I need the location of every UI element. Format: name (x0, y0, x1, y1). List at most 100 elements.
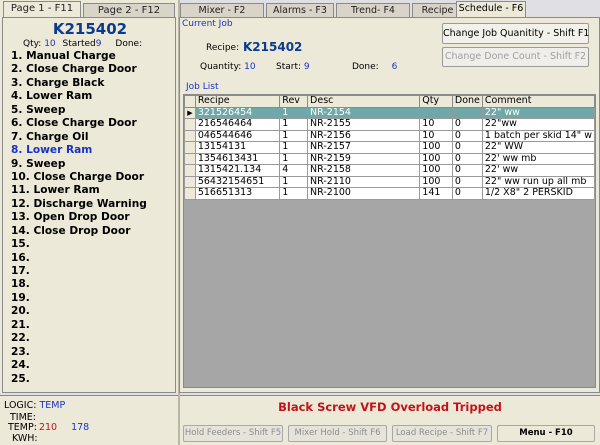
row-header[interactable] (184, 129, 196, 142)
current-job-group: Current Job Recipe: K215402 Quantity: 10… (180, 18, 440, 78)
step-list: 1. Manual Charge 2. Close Charge Door 3. C… (11, 50, 147, 386)
change-done-count-button[interactable]: Change Done Count - Shift F2 (442, 47, 589, 67)
job-list-grid[interactable]: Recipe Rev Desc Qty Done Comment ▶ 321526… (183, 94, 596, 388)
cell-comment[interactable]: 1 batch per skid 14" w (481, 129, 596, 142)
cell-desc[interactable]: NR-2110 (307, 175, 421, 188)
current-job-title: Current Job (182, 19, 233, 29)
row-header[interactable] (184, 164, 196, 177)
cell-qty[interactable]: 141 (419, 187, 453, 200)
cell-done[interactable] (451, 106, 483, 119)
cell-comment[interactable]: 22" ww (481, 106, 596, 119)
cell-recipe[interactable]: 13154131 (194, 141, 281, 154)
step-item: 1. Manual Charge (11, 50, 116, 62)
cell-desc[interactable]: NR-2158 (307, 164, 421, 177)
cell-done[interactable]: 0 (451, 175, 483, 188)
cell-rev[interactable]: 1 (279, 152, 309, 165)
tab-trend[interactable]: Trend- F4 (336, 3, 410, 18)
job-list-title: Job List (186, 82, 219, 92)
change-job-quantity-button[interactable]: Change Job Quanitity - Shift F1 (442, 23, 589, 44)
cell-recipe[interactable]: 216546464 (194, 118, 281, 131)
table-header-row: Recipe Rev Desc Qty Done Comment (184, 95, 596, 108)
column-header-desc[interactable]: Desc (307, 95, 421, 108)
cell-done[interactable]: 0 (451, 164, 483, 177)
cell-desc[interactable]: NR-2154 (307, 106, 421, 119)
cell-rev[interactable]: 4 (279, 164, 309, 177)
column-header-recipe[interactable]: Recipe (194, 95, 281, 108)
column-header-comment[interactable]: Comment (481, 95, 596, 108)
table-row[interactable]: 1354613431 1 NR-2159 100 0 22' ww mb (184, 152, 596, 165)
mixer-hold-button[interactable]: Mixer Hold - Shift F6 (288, 425, 387, 442)
cell-done[interactable]: 0 (451, 118, 483, 131)
menu-button[interactable]: Menu - F10 (497, 425, 595, 442)
cell-recipe[interactable]: 1354613431 (194, 152, 281, 165)
step-item: 7. Charge Oil (11, 130, 89, 143)
cell-qty[interactable]: 100 (419, 164, 453, 177)
row-header[interactable]: ▶ (184, 106, 196, 119)
cell-desc[interactable]: NR-2100 (307, 187, 421, 200)
job-rows: ▶ 321526454 1 NR-2154 22" ww 216546464 1 NR-215… (184, 106, 596, 200)
cell-recipe[interactable]: 56432154651 (194, 175, 281, 188)
step-item: 2. Close Charge Door (11, 63, 137, 76)
cell-rev[interactable]: 1 (279, 141, 309, 154)
tab-mixer[interactable]: Mixer - F2 (180, 3, 264, 18)
done-field: Done: 6 (352, 62, 397, 72)
step-item: 8. Lower Ram (11, 144, 93, 157)
cell-qty[interactable]: 10 (419, 118, 453, 131)
column-header-done[interactable]: Done (451, 95, 483, 108)
row-header[interactable] (184, 187, 196, 200)
cell-recipe[interactable]: 321526454 (194, 106, 281, 119)
load-recipe-button[interactable]: Load Recipe - Shift F7 (392, 425, 492, 442)
temp-value: 210 (38, 422, 58, 433)
cell-qty[interactable]: 10 (419, 129, 453, 142)
right-tab-bar: Mixer - F2 Alarms - F3 Trend- F4 Recipe … (180, 1, 600, 19)
hold-feeders-button[interactable]: Hold Feeders - Shift F5 (183, 425, 283, 442)
cell-qty[interactable]: 100 (419, 141, 453, 154)
cell-comment[interactable]: 22"ww (481, 118, 596, 131)
cell-desc[interactable]: NR-2159 (307, 152, 421, 165)
cell-desc[interactable]: NR-2157 (307, 141, 421, 154)
cell-done[interactable]: 0 (451, 129, 483, 142)
row-header[interactable] (184, 141, 196, 154)
cell-comment[interactable]: 22' ww mb (481, 152, 596, 165)
cell-rev[interactable]: 1 (279, 187, 309, 200)
cell-qty[interactable]: 100 (419, 175, 453, 188)
cell-desc[interactable]: NR-2156 (307, 129, 421, 142)
cell-comment[interactable]: 22' ww (481, 164, 596, 177)
cell-comment[interactable]: 1/2 X8" 2 PERSKID (481, 187, 596, 200)
job-list-group: Job List Recipe Rev Desc Qty Done Commen… (180, 82, 600, 393)
cell-rev[interactable]: 1 (279, 106, 309, 119)
recipe-value: K215402 (243, 40, 303, 54)
cell-qty[interactable]: 100 (419, 152, 453, 165)
step-item: 10. Close Charge Door (11, 170, 145, 183)
cell-recipe[interactable]: 1315421.134 (194, 164, 281, 177)
cell-done[interactable]: 0 (451, 141, 483, 154)
cell-comment[interactable]: 22" WW (481, 141, 596, 154)
cell-rev[interactable]: 1 (279, 129, 309, 142)
row-header[interactable] (184, 175, 196, 188)
table-row[interactable]: ▶ 321526454 1 NR-2154 22" ww (184, 106, 596, 119)
cell-comment[interactable]: 22" ww run up all mb (481, 175, 596, 188)
step-item: 14. Close Drop Door (11, 224, 131, 237)
cell-desc[interactable]: NR-2155 (307, 118, 421, 131)
column-header-qty[interactable]: Qty (419, 95, 453, 108)
tab-alarms[interactable]: Alarms - F3 (266, 3, 334, 18)
cell-rev[interactable]: 1 (279, 118, 309, 131)
table-row[interactable]: 1315421.134 4 NR-2158 100 0 22' ww (184, 164, 596, 177)
cell-rev[interactable]: 1 (279, 175, 309, 188)
cell-recipe[interactable]: 516651313 (194, 187, 281, 200)
table-row[interactable]: 216546464 1 NR-2155 10 0 22"ww (184, 118, 596, 131)
status-panel: LOGIC: TEMP TIME: TEMP: 210 178 KWH: (0, 395, 178, 445)
row-header[interactable] (184, 118, 196, 131)
table-row[interactable]: 56432154651 1 NR-2110 100 0 22" ww run up all… (184, 175, 596, 188)
table-row[interactable]: 13154131 1 NR-2157 100 0 22" WW (184, 141, 596, 154)
row-header[interactable] (184, 152, 196, 165)
cell-recipe[interactable]: 046544646 (194, 129, 281, 142)
cell-done[interactable]: 0 (451, 152, 483, 165)
tab-page-2[interactable]: Page 2 - F12 (83, 3, 175, 18)
column-header-rev[interactable]: Rev (279, 95, 309, 108)
table-row[interactable]: 046544646 1 NR-2156 10 0 1 batch per skid 14"… (184, 129, 596, 142)
cell-qty[interactable] (419, 106, 453, 119)
started-label: Started (62, 39, 96, 49)
table-row[interactable]: 516651313 1 NR-2100 141 0 1/2 X8" 2 PERSKID (184, 187, 596, 200)
cell-done[interactable]: 0 (451, 187, 483, 200)
